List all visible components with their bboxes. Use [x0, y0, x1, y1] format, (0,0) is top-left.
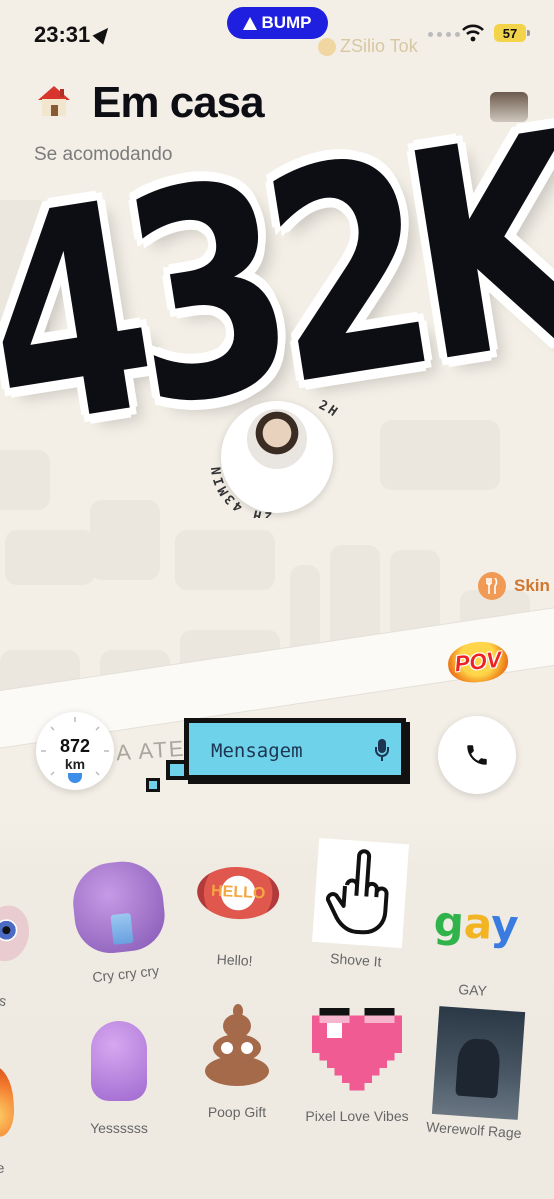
flame-icon: [0, 1063, 16, 1139]
message-placeholder: Mensagem: [211, 740, 303, 762]
restaurant-icon: [478, 572, 506, 600]
sticker-item[interactable]: Yessssss: [54, 1008, 184, 1158]
wifi-icon: [462, 24, 484, 42]
svg-text:2H 43MIN: 2H 43MIN: [209, 464, 272, 518]
user-marker[interactable]: 2H 43MIN 2H 43MIN: [206, 396, 344, 518]
message-input-wrap[interactable]: Mensagem: [180, 714, 410, 792]
marker-duration: 2H 43MIN: [316, 398, 344, 473]
sticker-item[interactable]: HELLO Hello!: [168, 837, 306, 994]
message-input[interactable]: Mensagem: [184, 718, 406, 780]
sticker-label: Pixel Love Vibes: [305, 1108, 409, 1124]
marker-duration-ring: 2H 43MIN 2H 43MIN: [209, 398, 344, 518]
map-block: [175, 530, 275, 590]
sticker-label: Yessssss: [90, 1120, 148, 1136]
svg-text:2H 43MIN: 2H 43MIN: [316, 398, 344, 473]
sticker-label: Shove It: [329, 950, 383, 970]
map-block: [90, 500, 160, 580]
house-icon: [38, 86, 70, 116]
page-title: Em casa: [92, 78, 265, 127]
sticker-item[interactable]: Pixel Love Vibes: [292, 996, 422, 1146]
distance-value: 872: [59, 736, 91, 756]
gay-text-icon: gay: [432, 896, 520, 950]
app-pill-label: BUMP: [261, 13, 312, 32]
call-button[interactable]: [438, 716, 516, 794]
bump-logo-icon: [243, 16, 258, 30]
pixel-heart-icon: [312, 1007, 402, 1091]
sticker-item[interactable]: Poop Gift: [172, 992, 302, 1142]
poop-icon: [199, 1002, 275, 1088]
status-time: 23:31: [34, 22, 91, 47]
map-block: [5, 530, 95, 585]
sticker-item[interactable]: Werewolf Rage: [407, 1006, 547, 1165]
crying-purple-head-icon: [69, 857, 169, 957]
app-pill[interactable]: BUMP: [227, 7, 328, 39]
sticker-label: re: [0, 1159, 5, 1177]
poi-skin-label: Skin: [514, 576, 550, 595]
status-bar: 23:31 BUMP 57: [0, 0, 554, 60]
sticker-label: Poop Gift: [207, 1104, 267, 1120]
sticker-label: GAY: [457, 981, 488, 999]
bubble-tail-small: [146, 778, 160, 792]
location-arrow-icon: [92, 23, 114, 45]
poi-skin[interactable]: Skin: [478, 572, 550, 600]
eyeball-icon: [0, 901, 34, 965]
phone-icon: [467, 745, 487, 765]
sticker-label: nos: [0, 989, 8, 1010]
battery-indicator: 57: [494, 24, 530, 42]
werewolf-icon: [431, 1006, 526, 1120]
distance-unit: km: [64, 756, 86, 772]
microphone-icon[interactable]: [375, 739, 389, 761]
thumbs-up-icon: [91, 1021, 147, 1101]
sticker-label: Hello!: [216, 951, 253, 969]
sticker-label: Werewolf Rage: [425, 1118, 523, 1142]
middle-finger-hand-icon: [312, 838, 410, 949]
sticker-item[interactable]: gay GAY: [406, 867, 544, 1024]
marker-duration-echo: 2H 43MIN: [209, 464, 270, 518]
signal-dots-icon: [428, 32, 460, 37]
distance-gauge[interactable]: 872 km: [36, 712, 114, 790]
hello-lips-icon: HELLO: [195, 864, 281, 922]
